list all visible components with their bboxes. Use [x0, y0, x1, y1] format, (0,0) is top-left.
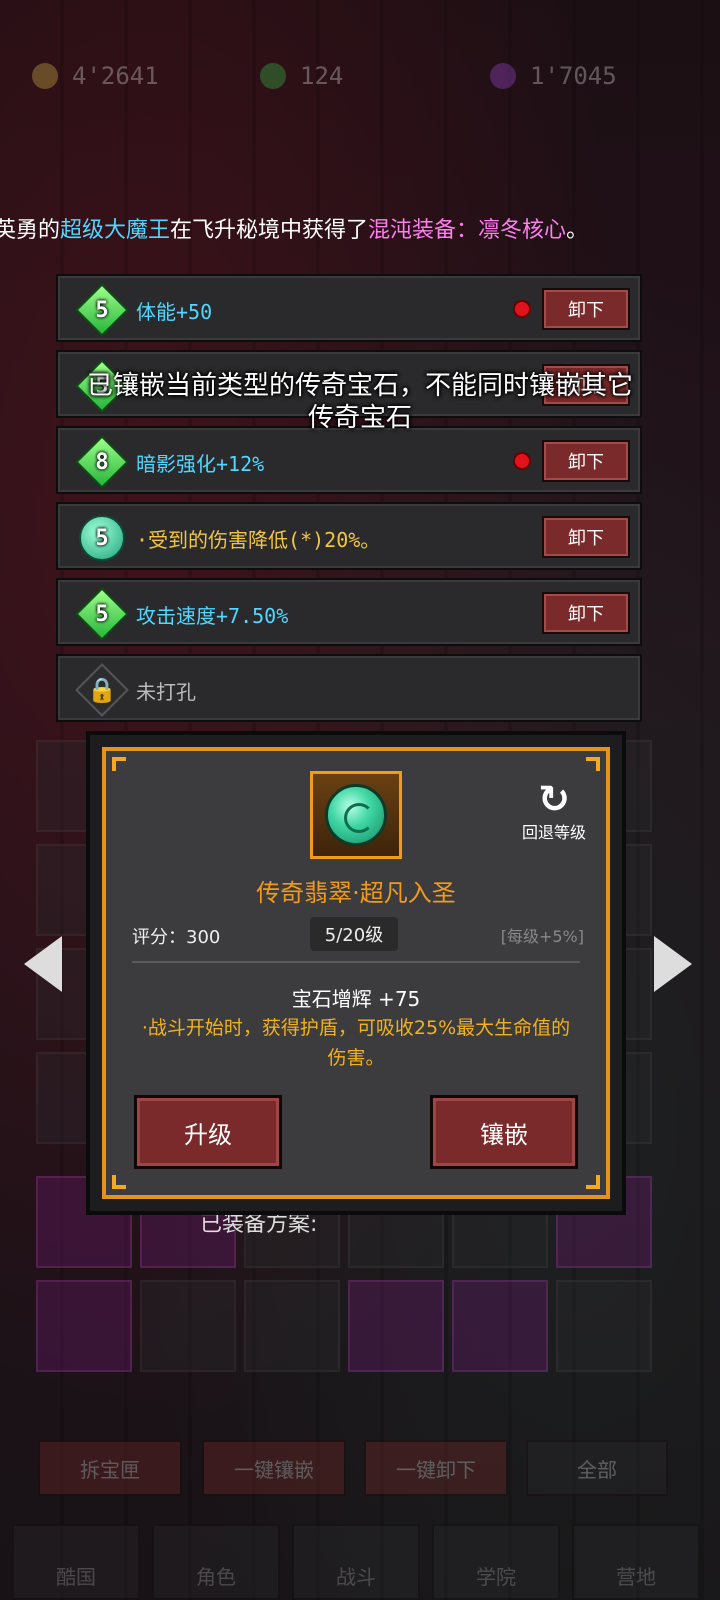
gem-effect-text: ·战斗开始时，获得护盾，可吸收25%最大生命值的伤害。 — [141, 1017, 571, 1069]
prev-arrow-icon[interactable] — [24, 936, 62, 992]
rollback-level-button[interactable]: ↻ 回退等级 — [514, 779, 594, 843]
inventory-gem-cell[interactable] — [244, 1280, 340, 1372]
unequip-button[interactable]: 卸下 — [542, 288, 630, 330]
inventory-gem-cell[interactable] — [452, 1280, 548, 1372]
per-level-bonus: [每级+5%] — [500, 927, 584, 946]
purple-drop-icon — [490, 63, 516, 89]
gem-slot-label: 暗影强化+12% — [136, 452, 265, 476]
green-gem-icon: 5 — [75, 587, 129, 641]
filter-dropdown[interactable]: 全部 — [526, 1440, 668, 1496]
undo-icon: ↻ — [538, 777, 570, 821]
nav-tab-kingdom[interactable]: 酷国 — [12, 1524, 140, 1600]
gold-coin-icon — [32, 63, 58, 89]
unequip-button[interactable]: 卸下 — [542, 440, 630, 482]
green-gem-icon: 8 — [75, 435, 129, 489]
essence-value: 1'7045 — [530, 62, 617, 90]
announcement-ticker: 英勇的超级大魔王在飞升秘境中获得了混沌装备：凛冬核心。 — [0, 212, 588, 244]
inventory-gem-cell[interactable] — [140, 1280, 236, 1372]
toast-message: 已镶嵌当前类型的传奇宝石，不能同时镶嵌其它传奇宝石 — [86, 371, 633, 433]
gem-slot-row[interactable]: 8 暗影强化+12% 卸下 — [56, 426, 642, 494]
nav-tab-battle[interactable]: 战斗 — [292, 1524, 420, 1600]
nav-tab-character[interactable]: 角色 — [152, 1524, 280, 1600]
gem-level-badge: 5/20级 — [310, 917, 398, 951]
gold-counter: 4'2641 — [32, 62, 159, 90]
green-gem-icon: 5 — [75, 283, 129, 337]
ticker-prefix: 英勇的 — [0, 218, 61, 243]
ticker-suffix: 。 — [566, 218, 589, 243]
nav-tab-camp[interactable]: 营地 — [572, 1524, 700, 1600]
frame-corner — [112, 757, 126, 771]
nav-tab-academy[interactable]: 学院 — [432, 1524, 560, 1600]
ticker-item: 混沌装备：凛冬核心 — [368, 218, 567, 243]
gem-slot-row[interactable]: 5 攻击速度+7.50% 卸下 — [56, 578, 642, 646]
gem-level-number: 5 — [95, 601, 109, 627]
inlay-button[interactable]: 镶嵌 — [430, 1095, 578, 1169]
jade-value: 124 — [300, 62, 344, 90]
gem-slot-row[interactable]: 5 ·受到的伤害降低(*)20%。 卸下 — [56, 502, 642, 570]
notification-dot — [513, 452, 531, 470]
unequip-button[interactable]: 卸下 — [542, 592, 630, 634]
gem-slot-row[interactable]: 🔒 未打孔 — [56, 654, 642, 722]
locked-slot-icon: 🔒 — [75, 663, 129, 717]
inventory-gem-cell[interactable] — [36, 1280, 132, 1372]
auto-unequip-button[interactable]: 一键卸下 — [364, 1440, 508, 1496]
unequip-button[interactable]: 卸下 — [542, 516, 630, 558]
gem-boost-stat: 宝石增辉 +75 — [291, 987, 421, 1011]
gem-slot-row[interactable]: 5 体能+50 卸下 — [56, 274, 642, 342]
bottom-nav: 酷国 角色 战斗 学院 营地 — [0, 1524, 720, 1600]
inventory-gem-cell[interactable] — [556, 1280, 652, 1372]
gem-slot-label: ·受到的伤害降低(*)20%。 — [136, 528, 381, 552]
rollback-level-label: 回退等级 — [521, 823, 586, 842]
gem-score: 评分：300 — [132, 927, 221, 948]
ticker-middle: 在飞升秘境中获得了 — [170, 218, 369, 243]
gem-slot-list: 5 体能+50 卸下 5 卸下 8 暗影强化+12% 卸下 5 ·受到的伤害降低(*)20%。 卸下… — [56, 274, 642, 730]
gem-level-number: 5 — [95, 297, 109, 323]
lock-icon: 🔒 — [87, 676, 117, 704]
emerald-gem-icon — [325, 784, 387, 846]
gold-value: 4'2641 — [72, 62, 159, 90]
auto-inlay-button[interactable]: 一键镶嵌 — [202, 1440, 346, 1496]
notification-dot — [513, 300, 531, 318]
gem-slot-label: 攻击速度+7.50% — [136, 604, 289, 628]
bottom-action-bar: 拆宝匣 一键镶嵌 一键卸下 全部 — [38, 1440, 668, 1496]
upgrade-button[interactable]: 升级 — [134, 1095, 282, 1169]
green-gem-icon — [260, 63, 286, 89]
frame-corner — [586, 1175, 600, 1189]
currency-bar: 4'2641 124 1'7045 — [0, 62, 720, 106]
ticker-player: 超级大魔王 — [60, 218, 171, 243]
open-box-button[interactable]: 拆宝匣 — [38, 1440, 182, 1496]
gem-level-number: 5 — [95, 525, 109, 551]
next-arrow-icon[interactable] — [654, 936, 692, 992]
gem-slot-label: 体能+50 — [136, 300, 213, 324]
frame-corner — [112, 1175, 126, 1189]
divider — [132, 961, 580, 963]
inventory-gem-cell[interactable] — [348, 1280, 444, 1372]
gem-slot-label: 未打孔 — [136, 680, 196, 704]
gem-title: 传奇翡翠·超凡入圣 — [256, 879, 456, 907]
essence-counter: 1'7045 — [490, 62, 617, 90]
gem-portrait — [310, 771, 402, 859]
jade-counter: 124 — [260, 62, 343, 90]
frame-corner — [586, 757, 600, 771]
gem-detail-panel: ↻ 回退等级 传奇翡翠·超凡入圣 评分：300 5/20级 [每级+5%] 宝石… — [102, 747, 610, 1199]
gem-detail-modal: ↻ 回退等级 传奇翡翠·超凡入圣 评分：300 5/20级 [每级+5%] 宝石… — [86, 731, 626, 1215]
legendary-gem-icon: 5 — [76, 512, 128, 564]
gem-level-number: 8 — [95, 449, 109, 475]
